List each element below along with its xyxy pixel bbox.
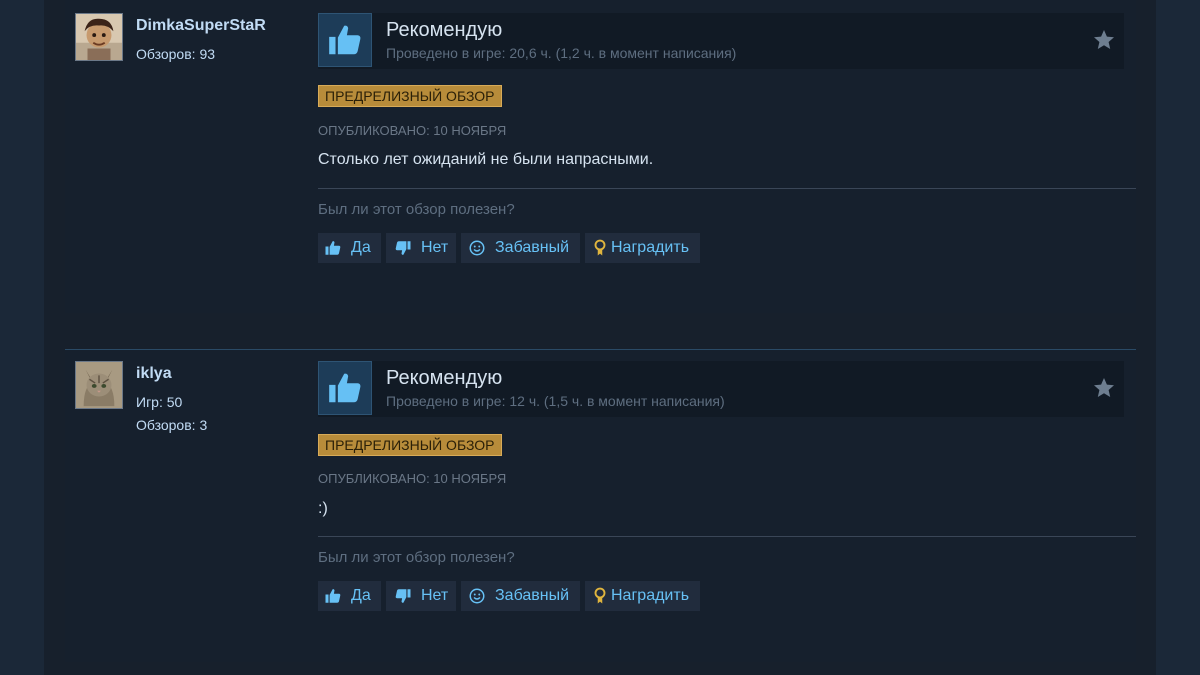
review-text: :) [318,500,328,517]
avatar-image [76,14,122,60]
vote-no-button[interactable]: Нет [386,233,456,263]
vote-yes-label: Да [351,587,371,604]
verdict-bar[interactable]: Рекомендую Проведено в игре: 20,6 ч. (1,… [318,13,1124,69]
vote-no-button[interactable]: Нет [386,581,456,611]
thumbs-up-icon [329,25,361,55]
divider [318,536,1136,537]
vote-yes-button[interactable]: Да [318,233,381,263]
verdict-bar[interactable]: Рекомендую Проведено в игре: 12 ч. (1,5 … [318,361,1124,417]
star-icon[interactable] [1092,376,1116,400]
early-access-badge: ПРЕДРЕЛИЗНЫЙ ОБЗОР [318,85,502,107]
vote-funny-button[interactable]: Забавный [461,233,580,263]
playtime: Проведено в игре: 20,6 ч. (1,2 ч. в моме… [386,45,737,61]
author-reviews-count[interactable]: Обзоров: 3 [136,417,207,433]
award-button[interactable]: Наградить [585,233,700,263]
vote-funny-button[interactable]: Забавный [461,581,580,611]
vote-no-label: Нет [421,239,449,256]
award-label: Наградить [611,587,690,604]
thumbs-down-icon [395,589,411,603]
verdict-thumb [318,361,372,415]
author-name[interactable]: iklya [136,365,172,383]
thumbs-up-icon [325,241,341,255]
verdict-thumb [318,13,372,67]
vote-no-label: Нет [421,587,449,604]
vote-funny-label: Забавный [495,239,570,256]
smiley-icon [469,240,485,256]
posted-date: ОПУБЛИКОВАНО: 10 НОЯБРЯ [318,471,507,486]
posted-date: ОПУБЛИКОВАНО: 10 НОЯБРЯ [318,123,507,138]
avatar[interactable] [75,13,123,61]
smiley-icon [469,588,485,604]
vote-yes-label: Да [351,239,371,256]
thumbs-up-icon [329,373,361,403]
author-name[interactable]: DimkaSuperStaR [136,17,266,35]
playtime: Проведено в игре: 12 ч. (1,5 ч. в момент… [386,393,725,409]
award-label: Наградить [611,239,690,256]
award-icon [594,587,606,604]
helpful-question: Был ли этот обзор полезен? [318,549,515,566]
award-button[interactable]: Наградить [585,581,700,611]
vote-yes-button[interactable]: Да [318,581,381,611]
avatar-image [76,362,122,408]
thumbs-down-icon [395,241,411,255]
verdict-title[interactable]: Рекомендую [386,367,502,390]
avatar[interactable] [75,361,123,409]
vote-funny-label: Забавный [495,587,570,604]
early-access-badge: ПРЕДРЕЛИЗНЫЙ ОБЗОР [318,434,502,456]
verdict-title[interactable]: Рекомендую [386,19,502,42]
award-icon [594,239,606,256]
review-card: iklya Игр: 50 Обзоров: 3 Рекомендую Пров… [65,349,1136,662]
review-text: Столько лет ожиданий не были напрасными. [318,151,654,168]
divider [318,188,1136,189]
review-card: DimkaSuperStaR Обзоров: 93 Рекомендую Пр… [65,0,1136,313]
helpful-question: Был ли этот обзор полезен? [318,201,515,218]
author-reviews-count[interactable]: Обзоров: 93 [136,46,215,62]
star-icon[interactable] [1092,28,1116,52]
thumbs-up-icon [325,589,341,603]
author-games-count[interactable]: Игр: 50 [136,394,182,410]
